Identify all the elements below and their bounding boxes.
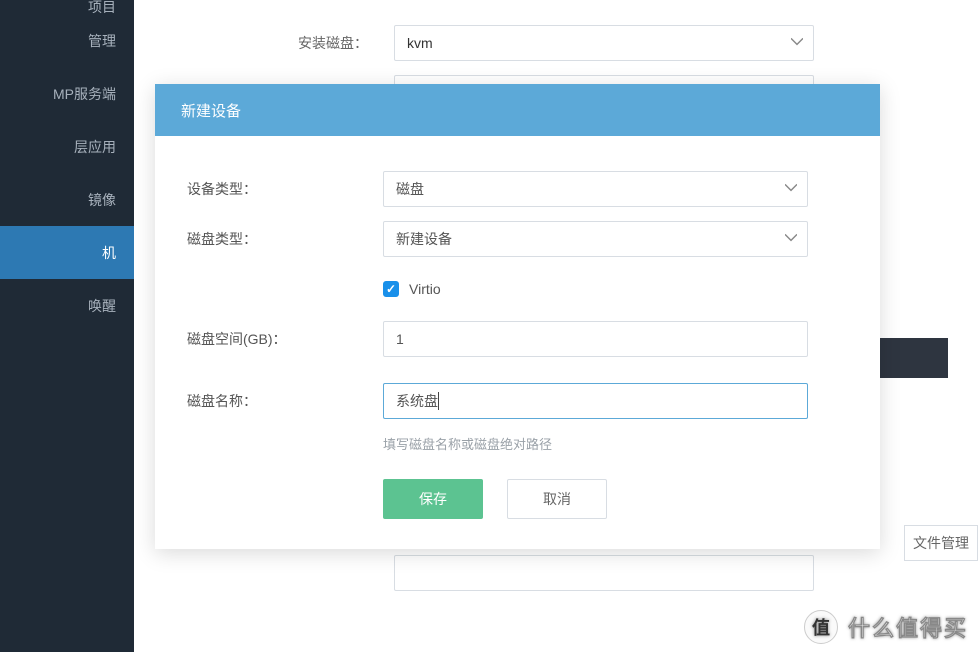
watermark: 值 什么值得买: [804, 610, 968, 644]
virtio-checkbox[interactable]: ✓: [383, 281, 399, 297]
sidebar-item-6[interactable]: 唤醒: [0, 279, 134, 332]
chevron-down-icon: [791, 35, 803, 51]
disk-type-label: 磁盘类型：: [183, 229, 383, 249]
disk-space-label: 磁盘空间(GB)：: [183, 329, 383, 349]
chevron-down-icon: [785, 181, 797, 197]
sidebar: 项目 管理 MP服务端 层应用 镜像 机 唤醒: [0, 0, 134, 652]
text-cursor: [438, 392, 439, 410]
install-disk-label: 安装磁盘：: [164, 33, 394, 53]
chevron-down-icon: [785, 231, 797, 247]
device-type-label: 设备类型：: [183, 179, 383, 199]
new-device-modal: 新建设备 设备类型： 磁盘 磁盘类型： 新建设备: [155, 84, 880, 549]
disk-name-hint: 填写磁盘名称或磁盘绝对路径: [383, 426, 808, 461]
save-button[interactable]: 保存: [383, 479, 483, 519]
modal-title: 新建设备: [155, 84, 880, 136]
sidebar-item-1[interactable]: 管理: [0, 14, 134, 67]
extra-input[interactable]: [394, 555, 814, 591]
watermark-text: 什么值得买: [848, 611, 968, 643]
virtio-label: Virtio: [409, 281, 441, 297]
sidebar-item-0[interactable]: 项目: [0, 0, 134, 14]
sidebar-item-vm[interactable]: 机: [0, 226, 134, 279]
disk-name-label: 磁盘名称：: [183, 391, 383, 411]
sidebar-item-4[interactable]: 镜像: [0, 173, 134, 226]
disk-name-input[interactable]: 系统盘: [383, 383, 808, 419]
watermark-badge-icon: 值: [804, 610, 838, 644]
disk-space-input[interactable]: 1: [383, 321, 808, 357]
sidebar-item-3[interactable]: 层应用: [0, 120, 134, 173]
device-type-select[interactable]: 磁盘: [383, 171, 808, 207]
disk-type-select[interactable]: 新建设备: [383, 221, 808, 257]
install-disk-select[interactable]: kvm: [394, 25, 814, 61]
cancel-button[interactable]: 取消: [507, 479, 607, 519]
file-manager-button[interactable]: 文件管理: [904, 525, 978, 561]
sidebar-item-2[interactable]: MP服务端: [0, 67, 134, 120]
